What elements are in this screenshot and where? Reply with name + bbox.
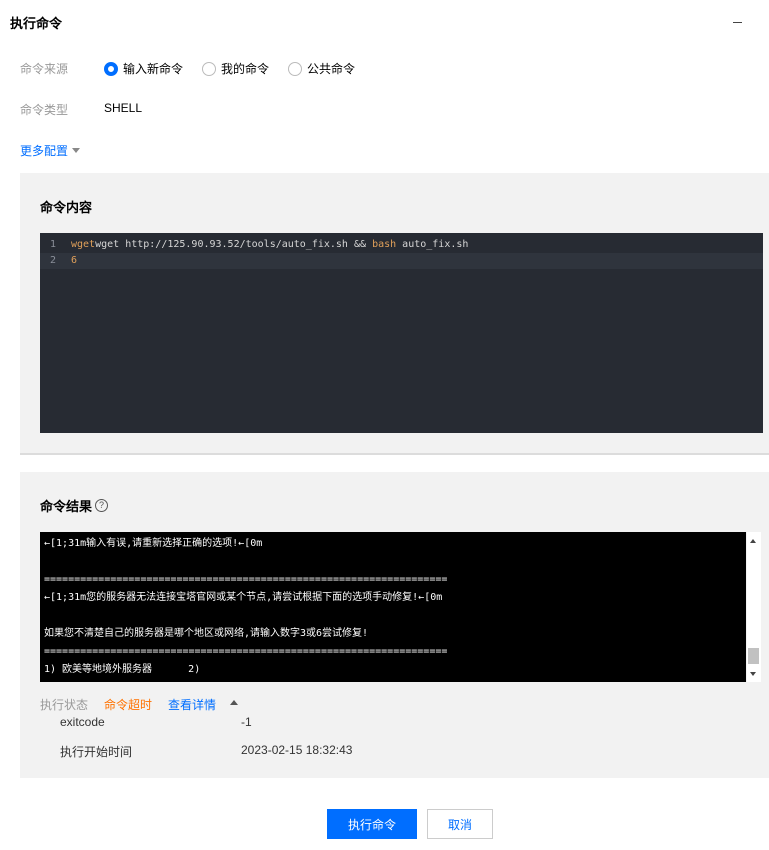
line-number: 1 [50, 239, 57, 250]
output-line: ←[1;31m您的服务器无法连接宝塔官网或某个节点,请尝试根据下面的选项手动修复… [44, 592, 443, 603]
radio-checked-icon [104, 61, 118, 76]
execute-command-button[interactable]: 执行命令 [327, 809, 417, 839]
command-output-terminal[interactable]: ←[1;31m输入有误,请重新选择正确的选项!←[0m ============… [40, 532, 746, 682]
radio-new-command-label: 输入新命令 [123, 62, 184, 76]
code-segment: auto_fix.sh [396, 239, 469, 250]
scroll-down-icon[interactable] [750, 672, 756, 676]
exitcode-value: -1 [241, 715, 252, 729]
cancel-button[interactable]: 取消 [427, 809, 493, 839]
code-text: 6 [71, 255, 78, 266]
code-editor[interactable]: 1 wgetwget http://125.90.93.52/tools/aut… [40, 233, 763, 433]
command-content-title: 命令内容 [40, 200, 93, 215]
radio-unchecked-icon [202, 61, 216, 76]
command-result-title-wrap: 命令结果 ? [40, 496, 109, 515]
code-keyword-wget: wget [71, 239, 96, 250]
divider [20, 453, 769, 455]
code-keyword-bash: bash [372, 239, 397, 250]
help-icon[interactable]: ? [95, 499, 109, 512]
scrollbar-thumb[interactable] [748, 648, 759, 664]
output-scrollbar[interactable] [747, 532, 761, 682]
caret-down-icon [72, 148, 81, 153]
more-config-label: 更多配置 [20, 144, 69, 158]
start-time-value: 2023-02-15 18:32:43 [241, 743, 353, 757]
code-operator: && [353, 239, 367, 250]
output-line: 1) 欧美等地境外服务器 2) [44, 664, 201, 675]
radio-new-command[interactable]: 输入新命令 [104, 60, 183, 77]
line-number: 2 [50, 255, 57, 266]
status-badge: 命令超时 [104, 698, 153, 712]
output-line: 如果您不清楚自己的服务器是哪个地区或网络,请输入数字3或6尝试修复! [44, 628, 369, 639]
code-text: wgetwget http://125.90.93.52/tools/auto_… [71, 237, 468, 253]
status-label: 执行状态 [40, 698, 89, 712]
radio-public-commands-label: 公共命令 [307, 62, 356, 76]
start-time-label: 执行开始时间 [60, 745, 133, 759]
radio-my-commands-label: 我的命令 [221, 62, 270, 76]
command-source-label: 命令来源 [20, 62, 69, 76]
code-line-active: 2 6 [40, 253, 763, 269]
code-segment: wget http://125.90.93.52/tools/auto_fix.… [95, 239, 354, 250]
dialog-title: 执行命令 [10, 16, 63, 31]
collapse-caret-icon[interactable] [230, 700, 238, 705]
command-result-title: 命令结果 [40, 499, 93, 514]
command-type-value: SHELL [104, 101, 143, 115]
output-line: ========================================… [44, 574, 448, 585]
command-content-panel: 命令内容 1 wgetwget http://125.90.93.52/tool… [20, 173, 769, 453]
exitcode-label: exitcode [60, 715, 105, 729]
minimize-icon[interactable] [733, 12, 745, 26]
command-type-label: 命令类型 [20, 103, 69, 117]
radio-public-commands[interactable]: 公共命令 [288, 60, 355, 77]
output-line: ========================================… [44, 646, 448, 657]
scroll-up-icon[interactable] [750, 539, 756, 543]
code-line: 1 wgetwget http://125.90.93.52/tools/aut… [40, 237, 763, 253]
output-line: ←[1;31m输入有误,请重新选择正确的选项!←[0m [44, 538, 263, 549]
command-result-panel: 命令结果 ? ←[1;31m输入有误,请重新选择正确的选项!←[0m =====… [20, 472, 769, 778]
radio-unchecked-icon [288, 61, 302, 76]
view-details-link[interactable]: 查看详情 [168, 696, 216, 713]
radio-my-commands[interactable]: 我的命令 [202, 60, 269, 77]
more-config-toggle[interactable]: 更多配置 [20, 142, 81, 159]
